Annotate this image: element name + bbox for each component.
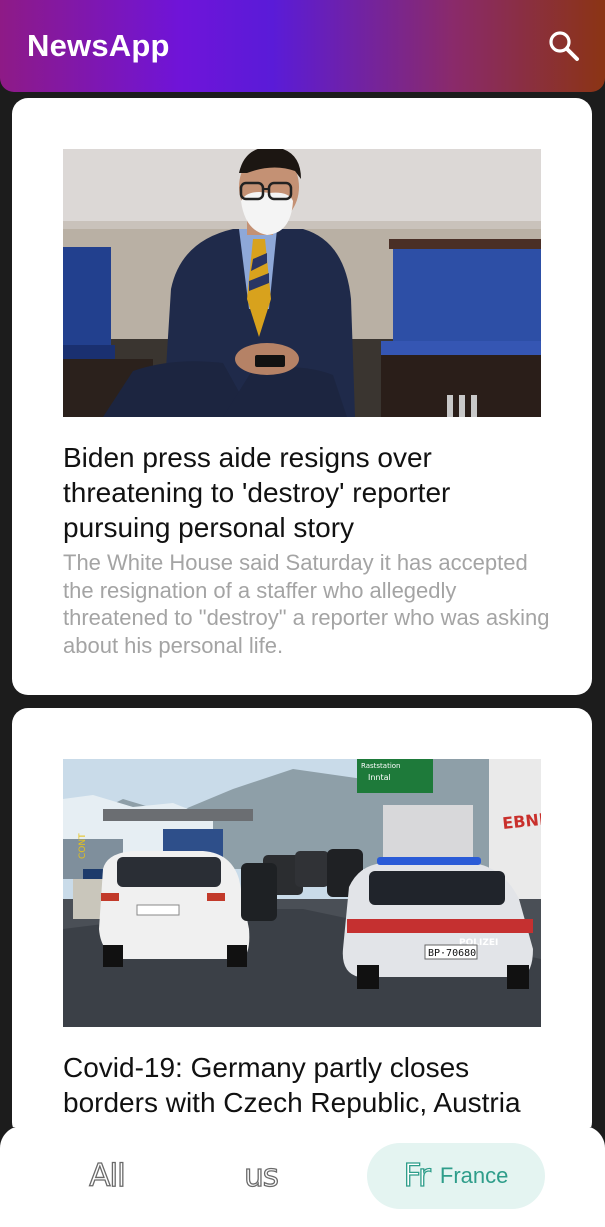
article-image[interactable] [63, 149, 541, 417]
bottom-tab-bar: All us Fr France [0, 1126, 605, 1227]
app-bar: NewsApp [0, 0, 605, 92]
tab-us[interactable]: us [209, 1143, 313, 1209]
tab-france-label: France [439, 1163, 509, 1188]
tab-france[interactable]: Fr France [367, 1143, 545, 1209]
barrier-text: CONT [78, 833, 88, 859]
license-plate: BP·70680 [428, 948, 476, 959]
news-card[interactable]: Biden press aide resigns over threatenin… [12, 98, 592, 695]
news-feed[interactable]: Biden press aide resigns over threatenin… [0, 92, 605, 1127]
article-summary: The White House said Saturday it has acc… [63, 550, 550, 658]
article-headline[interactable]: Biden press aide resigns over threatenin… [63, 440, 563, 545]
tab-all[interactable]: All [55, 1143, 159, 1209]
tab-us-glyph: us [243, 1157, 279, 1194]
search-icon[interactable] [546, 28, 582, 64]
sign-text-2: Inntal [368, 773, 391, 782]
tab-all-glyph: All [89, 1157, 127, 1194]
sign-text-1: Raststation [361, 762, 400, 770]
article-headline[interactable]: Covid-19: Germany partly closes borders … [63, 1050, 563, 1120]
article-image[interactable]: CONT Raststation Inntal EBNER POLIZEI BP… [63, 759, 541, 1027]
news-card[interactable]: CONT Raststation Inntal EBNER POLIZEI BP… [12, 708, 592, 1127]
app-title: NewsApp [27, 28, 170, 63]
tab-france-glyph: Fr [403, 1157, 432, 1194]
